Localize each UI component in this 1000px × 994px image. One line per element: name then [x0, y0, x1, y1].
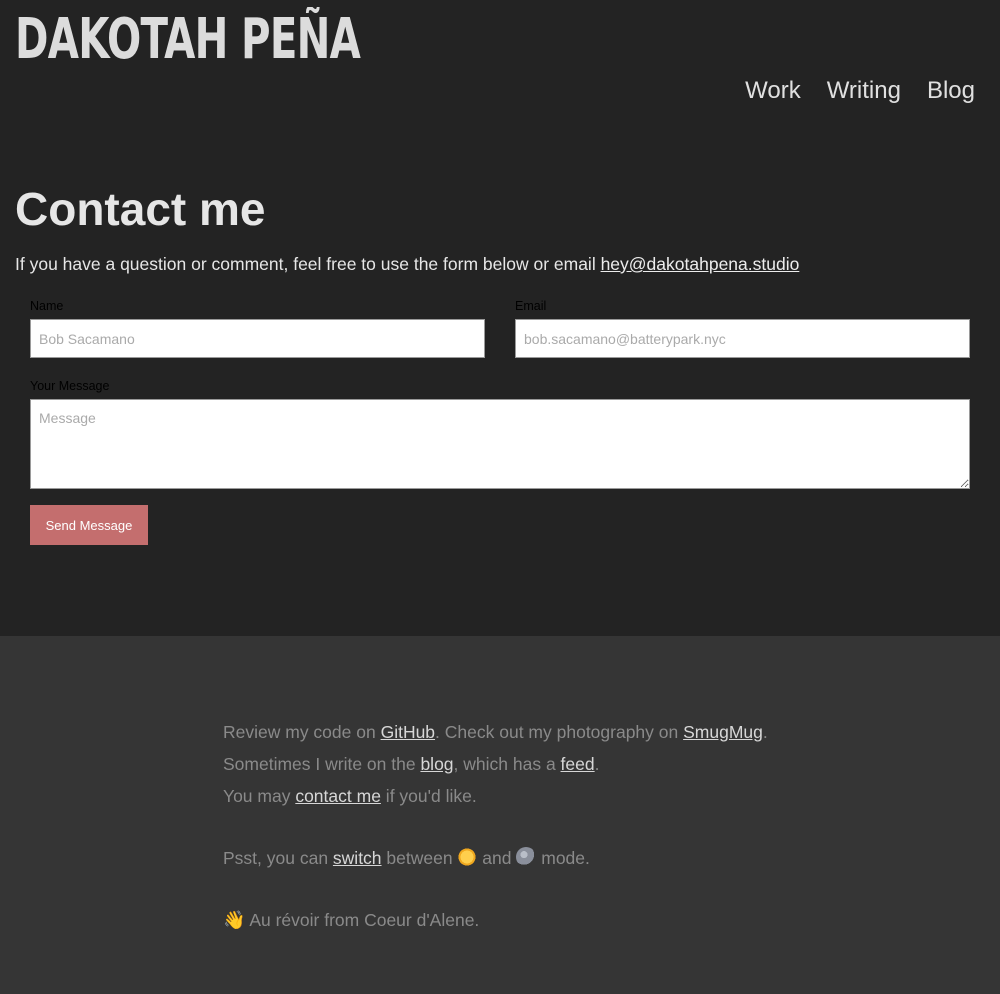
sun-icon [457, 847, 478, 867]
github-link[interactable]: GitHub [381, 722, 435, 742]
name-input[interactable] [30, 319, 485, 358]
waving-hand-icon: 👋 [223, 910, 246, 930]
smugmug-link[interactable]: SmugMug [683, 722, 763, 742]
footer-text: Review my code on [223, 722, 381, 742]
footer-text: and [477, 848, 517, 868]
email-input[interactable] [515, 319, 970, 358]
site-logo[interactable]: DAKOTAH PEÑA [15, 8, 361, 72]
footer-text: Sometimes I write on the [223, 754, 421, 774]
email-link[interactable]: hey@dakotahpena.studio [601, 254, 800, 274]
theme-switch-link[interactable]: switch [333, 848, 382, 868]
footer-text: . Check out my photography on [435, 722, 684, 742]
footer-text: You may [223, 786, 296, 806]
moon-icon [516, 847, 537, 867]
footer-text: , which has a [453, 754, 561, 774]
footer-line-farewell: 👋 Au révoir from Coeur d'Alene. [223, 908, 479, 932]
footer-text: . [594, 754, 600, 774]
contact-intro-text: If you have a question or comment, feel … [15, 254, 601, 274]
feed-link[interactable]: feed [561, 754, 595, 774]
message-textarea[interactable] [30, 399, 970, 489]
email-label: Email [515, 299, 547, 313]
contact-intro: If you have a question or comment, feel … [15, 252, 799, 276]
nav-link-writing[interactable]: Writing [827, 76, 901, 106]
name-label: Name [30, 299, 64, 313]
footer-line-code: Review my code on GitHub. Check out my p… [223, 720, 768, 744]
footer-text: if you'd like. [380, 786, 477, 806]
send-message-button[interactable]: Send Message [30, 505, 148, 545]
site-header: DAKOTAH PEÑA Work Writing Blog [0, 0, 1000, 130]
main-nav: Work Writing Blog [745, 76, 975, 106]
footer-line-blog: Sometimes I write on the blog, which has… [223, 752, 599, 776]
footer-line-contact: You may contact me if you'd like. [223, 784, 477, 808]
message-label: Your Message [30, 379, 110, 393]
nav-link-work[interactable]: Work [745, 76, 801, 106]
blog-link[interactable]: blog [420, 754, 453, 774]
site-footer: Review my code on GitHub. Check out my p… [0, 636, 1000, 994]
nav-link-blog[interactable]: Blog [927, 76, 975, 106]
footer-text: Psst, you can [223, 848, 333, 868]
contact-me-link[interactable]: contact me [295, 786, 381, 806]
footer-text: . [762, 722, 768, 742]
footer-text: Au révoir from Coeur d'Alene. [245, 910, 480, 930]
footer-text: mode. [536, 848, 590, 868]
page-title: Contact me [15, 183, 266, 235]
footer-text: between [381, 848, 458, 868]
footer-line-theme: Psst, you can switch between and mode. [223, 846, 590, 870]
